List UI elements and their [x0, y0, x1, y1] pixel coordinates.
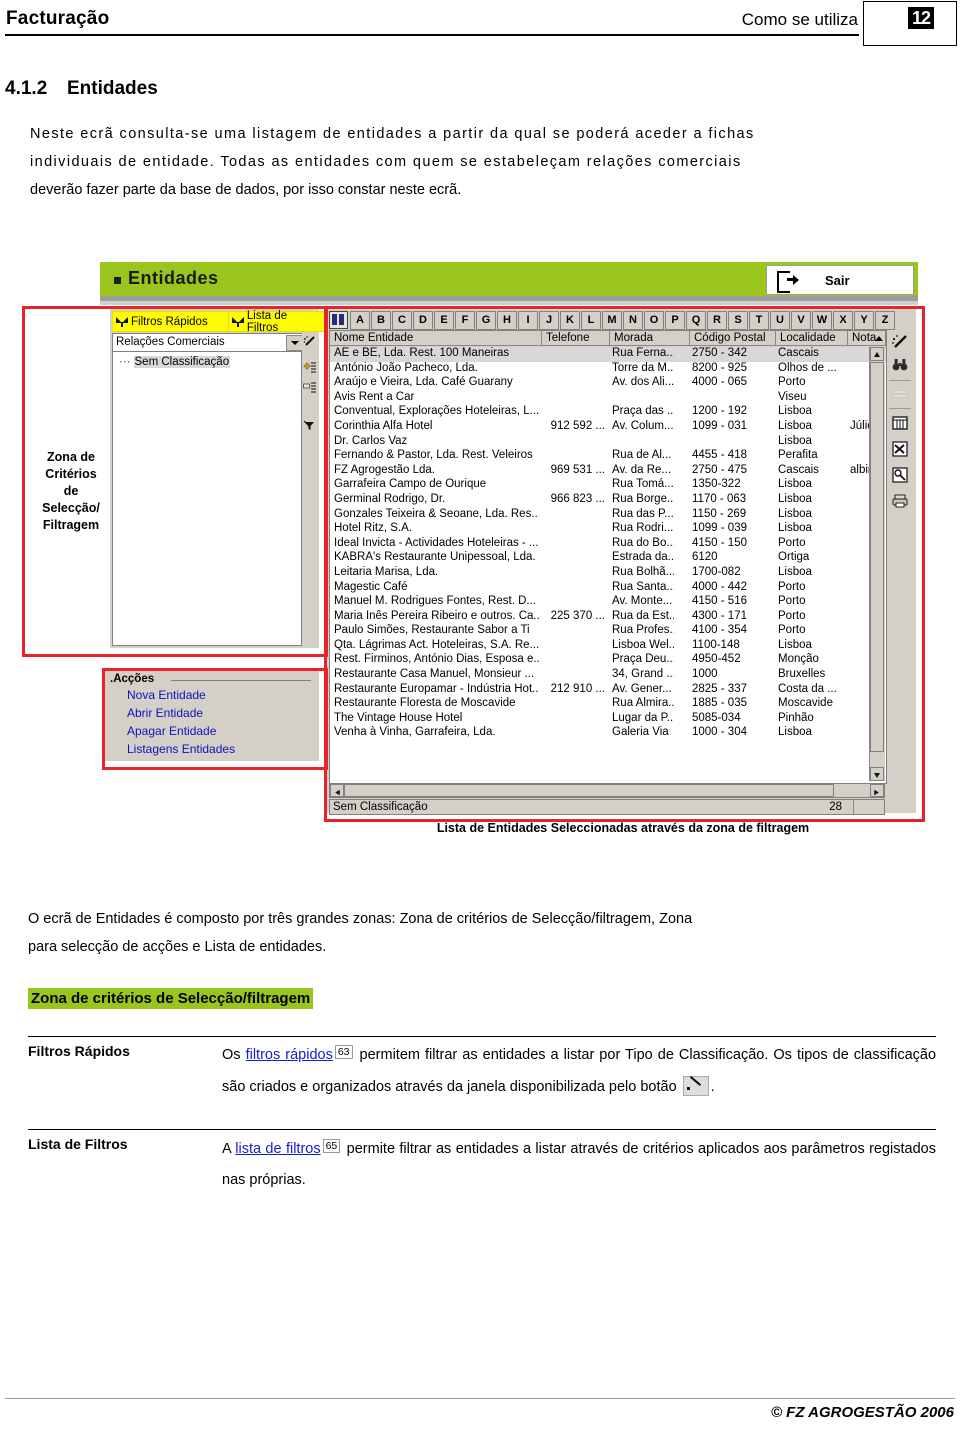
header-rule: [5, 34, 859, 36]
toolbar-strip-bottom: [100, 301, 918, 305]
page-number: 12: [907, 7, 934, 29]
annotation-box-actions-zone: [102, 668, 328, 770]
definition-rule: [28, 1036, 936, 1037]
app-title-bar: Entidades Sair: [100, 262, 918, 296]
composition-line-2: para selecção de acções e Lista de entid…: [28, 939, 327, 955]
section-number: 4.1.2: [5, 78, 48, 99]
definition-term-filtros-rapidos: Filtros Rápidos: [28, 1043, 130, 1059]
exit-icon: [777, 271, 799, 293]
definition-term-lista-de-filtros: Lista de Filtros: [28, 1136, 128, 1152]
footer-copyright: © FZ AGROGESTÃO 2006: [770, 1404, 954, 1421]
intro-paragraph: Neste ecrã consulta-se uma listagem de e…: [30, 120, 935, 204]
exit-button[interactable]: Sair: [766, 265, 914, 295]
intro-line-1: Neste ecrã consulta-se uma listagem de e…: [30, 126, 755, 142]
section-heading: 4.1.2 Entidades: [5, 78, 158, 100]
application-screenshot: Entidades Sair Zona de Critérios de Sele…: [22, 256, 925, 835]
magic-wand-icon: [682, 1076, 709, 1096]
subsection-heading: Zona de critérios de Selecção/filtragem: [28, 988, 314, 1009]
page-ref-63[interactable]: 63: [334, 1045, 353, 1059]
link-lista-de-filtros[interactable]: lista de filtros: [235, 1141, 320, 1157]
exit-button-label: Sair: [825, 272, 850, 288]
def1-tail: .: [710, 1079, 715, 1095]
def1-pre: Os: [222, 1047, 246, 1063]
footer-rule: [5, 1398, 955, 1399]
link-filtros-rapidos[interactable]: filtros rápidos: [246, 1047, 333, 1063]
header-left-title: Facturação: [6, 8, 110, 29]
screenshot-caption: Lista de Entidades Seleccionadas através…: [436, 821, 810, 835]
page-ref-65[interactable]: 65: [322, 1139, 341, 1153]
definition-body-lista-de-filtros: A lista de filtros 65 permite filtrar as …: [222, 1134, 936, 1195]
annotation-box-selection-zone: [22, 306, 328, 657]
intro-line-3: deverão fazer parte da base de dados, po…: [30, 182, 462, 198]
definition-rule: [28, 1129, 936, 1130]
section-title: Entidades: [67, 78, 158, 99]
annotation-box-list-zone: [324, 306, 925, 822]
header-right-title: Como se utiliza: [741, 10, 858, 29]
app-window-title: Entidades: [128, 268, 219, 288]
bullet-icon: [114, 277, 121, 284]
definition-body-filtros-rapidos: Os filtros rápidos 63 permitem filtrar as…: [222, 1040, 936, 1102]
composition-line-1: O ecrã de Entidades é composto por três …: [28, 911, 693, 927]
intro-line-2: individuais de entidade. Todas as entida…: [30, 154, 742, 170]
def2-pre: A: [222, 1141, 236, 1157]
composition-paragraph: O ecrã de Entidades é composto por três …: [28, 905, 936, 961]
page-header: Facturação Como se utiliza 12: [0, 0, 960, 46]
